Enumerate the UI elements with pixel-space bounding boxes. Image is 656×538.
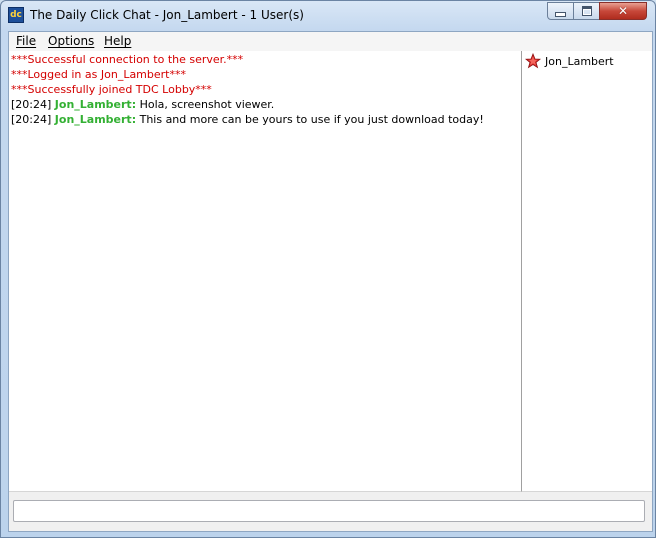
star-icon <box>525 53 541 69</box>
menu-options[interactable]: Options <box>48 34 94 48</box>
menu-bar: File Options Help <box>9 32 652 52</box>
user-list[interactable]: Jon_Lambert <box>522 51 652 492</box>
message-nick: Jon_Lambert: <box>54 113 137 126</box>
menu-help[interactable]: Help <box>104 34 131 48</box>
message-nick: Jon_Lambert: <box>54 98 137 111</box>
user-name: Jon_Lambert <box>545 54 614 68</box>
system-message: ***Logged in as Jon_Lambert*** <box>11 68 186 81</box>
chat-message: [20:24] Jon_Lambert: Hola, screenshot vi… <box>11 98 274 111</box>
chat-input[interactable] <box>13 500 645 522</box>
title-bar[interactable]: dc The Daily Click Chat - Jon_Lambert - … <box>1 1 655 31</box>
client-area: File Options Help ***Successful connecti… <box>8 31 653 532</box>
maximize-button[interactable] <box>573 2 600 20</box>
chat-window: dc The Daily Click Chat - Jon_Lambert - … <box>0 0 656 538</box>
close-button[interactable]: ✕ <box>599 2 647 20</box>
message-time: [20:24] <box>11 113 52 126</box>
maximize-icon <box>581 6 592 16</box>
message-text: Hola, screenshot viewer. <box>139 98 275 111</box>
minimize-icon <box>555 11 566 17</box>
minimize-button[interactable] <box>547 2 574 20</box>
menu-file[interactable]: File <box>16 34 36 48</box>
daily-click-app-icon[interactable]: dc <box>8 7 24 23</box>
chat-log[interactable]: ***Successful connection to the server.*… <box>9 51 522 492</box>
chat-message: [20:24] Jon_Lambert: This and more can b… <box>11 113 484 126</box>
message-text: This and more can be yours to use if you… <box>139 113 484 126</box>
input-area <box>9 492 652 531</box>
window-title: The Daily Click Chat - Jon_Lambert - 1 U… <box>30 8 304 22</box>
message-time: [20:24] <box>11 98 52 111</box>
close-icon: ✕ <box>617 4 629 18</box>
user-list-item[interactable]: Jon_Lambert <box>525 53 614 69</box>
system-message: ***Successfully joined TDC Lobby*** <box>11 83 212 96</box>
system-message: ***Successful connection to the server.*… <box>11 53 244 66</box>
